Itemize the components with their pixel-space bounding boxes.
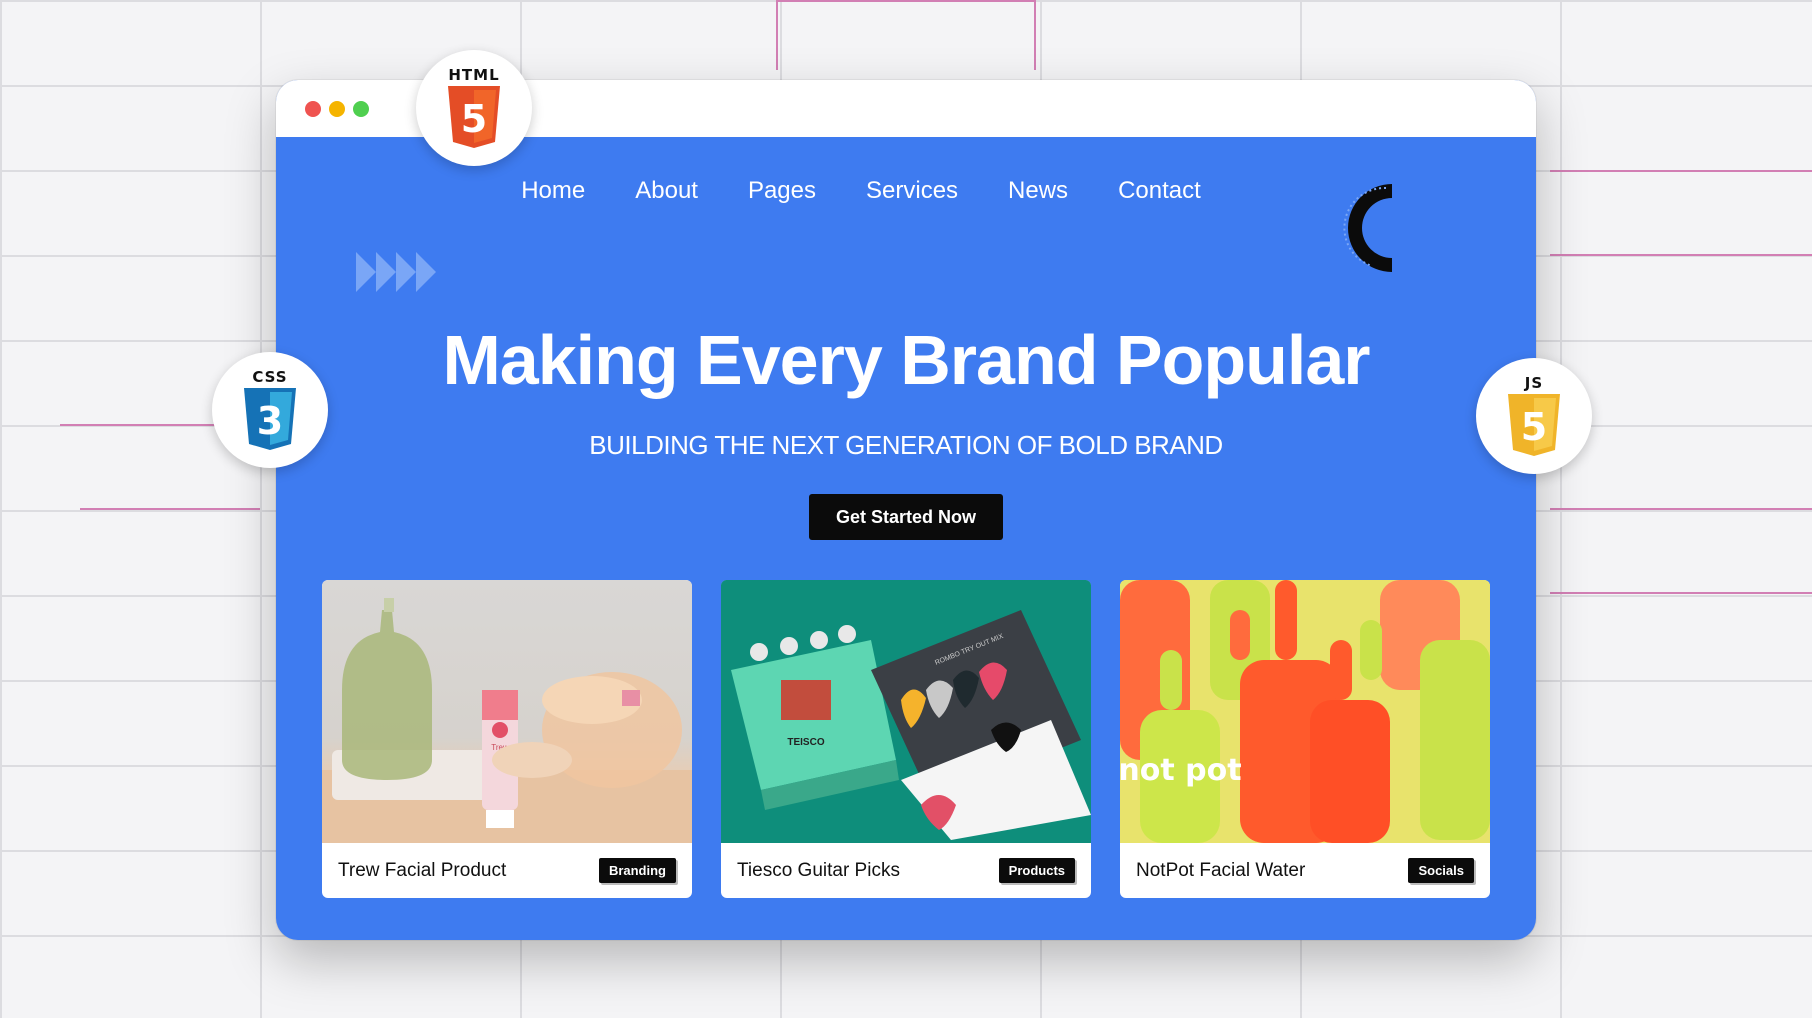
card-title: Tiesco Guitar Picks [737,859,900,881]
js-label: JS [1524,374,1544,392]
arrows-decoration-icon [356,252,436,292]
portfolio-card[interactable]: Trew Trew Facial Product Branding [322,580,692,898]
minimize-window-button[interactable] [329,101,345,117]
product-image: not pot [1120,580,1490,843]
background-decoration [1550,254,1812,256]
svg-text:5: 5 [1521,405,1547,449]
facial-water-illustration: not pot [1120,580,1490,843]
card-footer: Trew Facial Product Branding [322,843,692,898]
background-decoration [1034,0,1036,70]
category-badge[interactable]: Branding [598,858,676,883]
nav-link-about[interactable]: About [610,176,723,206]
close-window-button[interactable] [305,101,321,117]
category-badge[interactable]: Socials [1408,858,1474,883]
svg-text:not pot: not pot [1120,753,1242,788]
portfolio-card[interactable]: TEISCO ROMBO TRY OUT MIX Tiesco Guitar P… [721,580,1091,898]
browser-window: Home About Pages Services News Contact M… [276,80,1536,940]
html-label: HTML [448,66,500,84]
c-shape-decoration-icon [1343,184,1392,272]
background-decoration [776,0,778,70]
background-decoration [80,508,260,510]
guitar-picks-illustration: TEISCO ROMBO TRY OUT MIX [721,580,1091,843]
card-footer: Tiesco Guitar Picks Products [721,843,1091,898]
nav-link-news[interactable]: News [983,176,1093,206]
background-decoration [776,0,1036,2]
js-icon: 5 [1508,394,1560,456]
nav-link-contact[interactable]: Contact [1093,176,1226,206]
svg-text:TEISCO: TEISCO [787,737,824,748]
facial-product-illustration: Trew [322,598,692,843]
nav-link-services[interactable]: Services [841,176,983,206]
product-image: Trew [322,580,692,843]
css3-badge: CSS 3 [212,352,328,468]
background-decoration [1550,170,1812,172]
get-started-button[interactable]: Get Started Now [809,494,1003,540]
hero-subtitle: BUILDING THE NEXT GENERATION OF BOLD BRA… [589,430,1223,460]
portfolio-card[interactable]: not pot NotPot Facial Water Socials [1120,580,1490,898]
html5-icon: 5 [448,86,500,148]
nav-link-pages[interactable]: Pages [723,176,841,206]
svg-text:3: 3 [257,399,283,443]
background-decoration [1550,508,1812,510]
maximize-window-button[interactable] [353,101,369,117]
card-title: Trew Facial Product [338,859,507,881]
css-label: CSS [252,368,288,386]
svg-text:5: 5 [461,97,487,141]
hero-title: Making Every Brand Popular [442,321,1370,399]
card-footer: NotPot Facial Water Socials [1120,843,1490,898]
card-title: NotPot Facial Water [1136,859,1306,881]
category-badge[interactable]: Products [998,858,1075,883]
product-image: TEISCO ROMBO TRY OUT MIX [721,580,1091,843]
nav-link-home[interactable]: Home [496,176,610,206]
js-badge: JS 5 [1476,358,1592,474]
background-decoration [1550,592,1812,594]
css3-icon: 3 [244,388,296,450]
html5-badge: HTML 5 [416,50,532,166]
